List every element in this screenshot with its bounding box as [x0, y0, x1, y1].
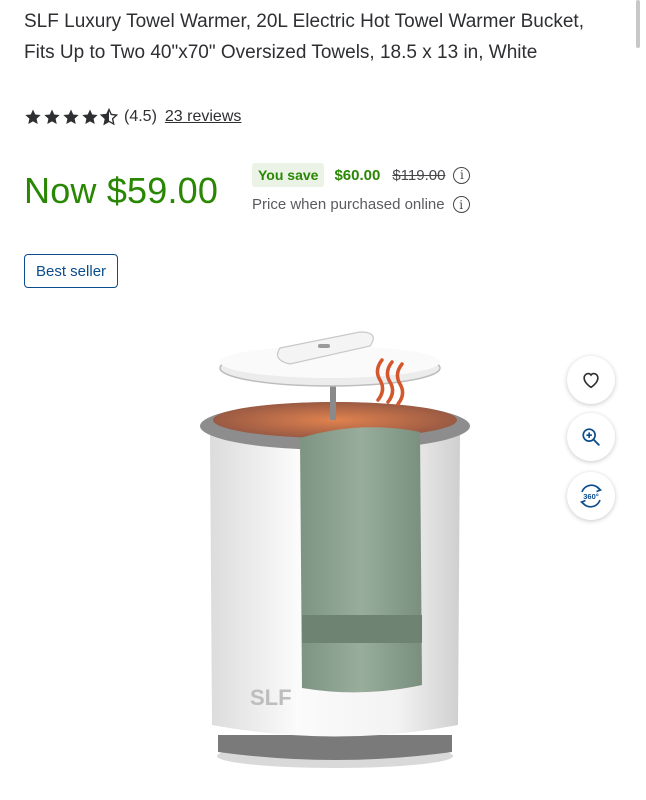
rating-value: (4.5): [124, 108, 157, 125]
heart-icon: [583, 372, 599, 389]
star-icon: [44, 109, 60, 125]
favorite-button[interactable]: [567, 356, 615, 404]
you-save-label: You save: [252, 163, 325, 187]
savings-block: You save $60.00 $119.00 i Price when pur…: [252, 160, 471, 213]
rating-row: (4.5) 23 reviews: [24, 104, 241, 130]
star-icon: [25, 109, 41, 125]
info-icon[interactable]: i: [452, 196, 470, 213]
half-star-icon: [100, 108, 118, 126]
zoom-in-icon: [582, 428, 600, 446]
product-image[interactable]: SLF: [190, 320, 480, 770]
online-price-note: Price when purchased online: [252, 196, 445, 213]
star-rating: [24, 108, 118, 126]
was-price: $119.00: [392, 166, 446, 184]
zoom-button[interactable]: [567, 413, 615, 461]
star-icon: [82, 109, 98, 125]
best-seller-badge: Best seller: [24, 254, 119, 288]
brand-logo: SLF: [250, 685, 292, 710]
info-icon[interactable]: i: [453, 166, 471, 184]
save-amount: $60.00: [334, 166, 381, 184]
360-label: 360°: [583, 492, 599, 501]
view-360-button[interactable]: 360°: [567, 472, 615, 520]
reviews-link[interactable]: 23 reviews: [165, 108, 241, 126]
star-icon: [63, 109, 79, 125]
scrollbar[interactable]: [636, 0, 640, 48]
product-title: SLF Luxury Towel Warmer, 20L Electric Ho…: [24, 11, 584, 63]
current-price: Now $59.00: [24, 170, 219, 211]
360-view-icon: 360°: [579, 484, 603, 508]
